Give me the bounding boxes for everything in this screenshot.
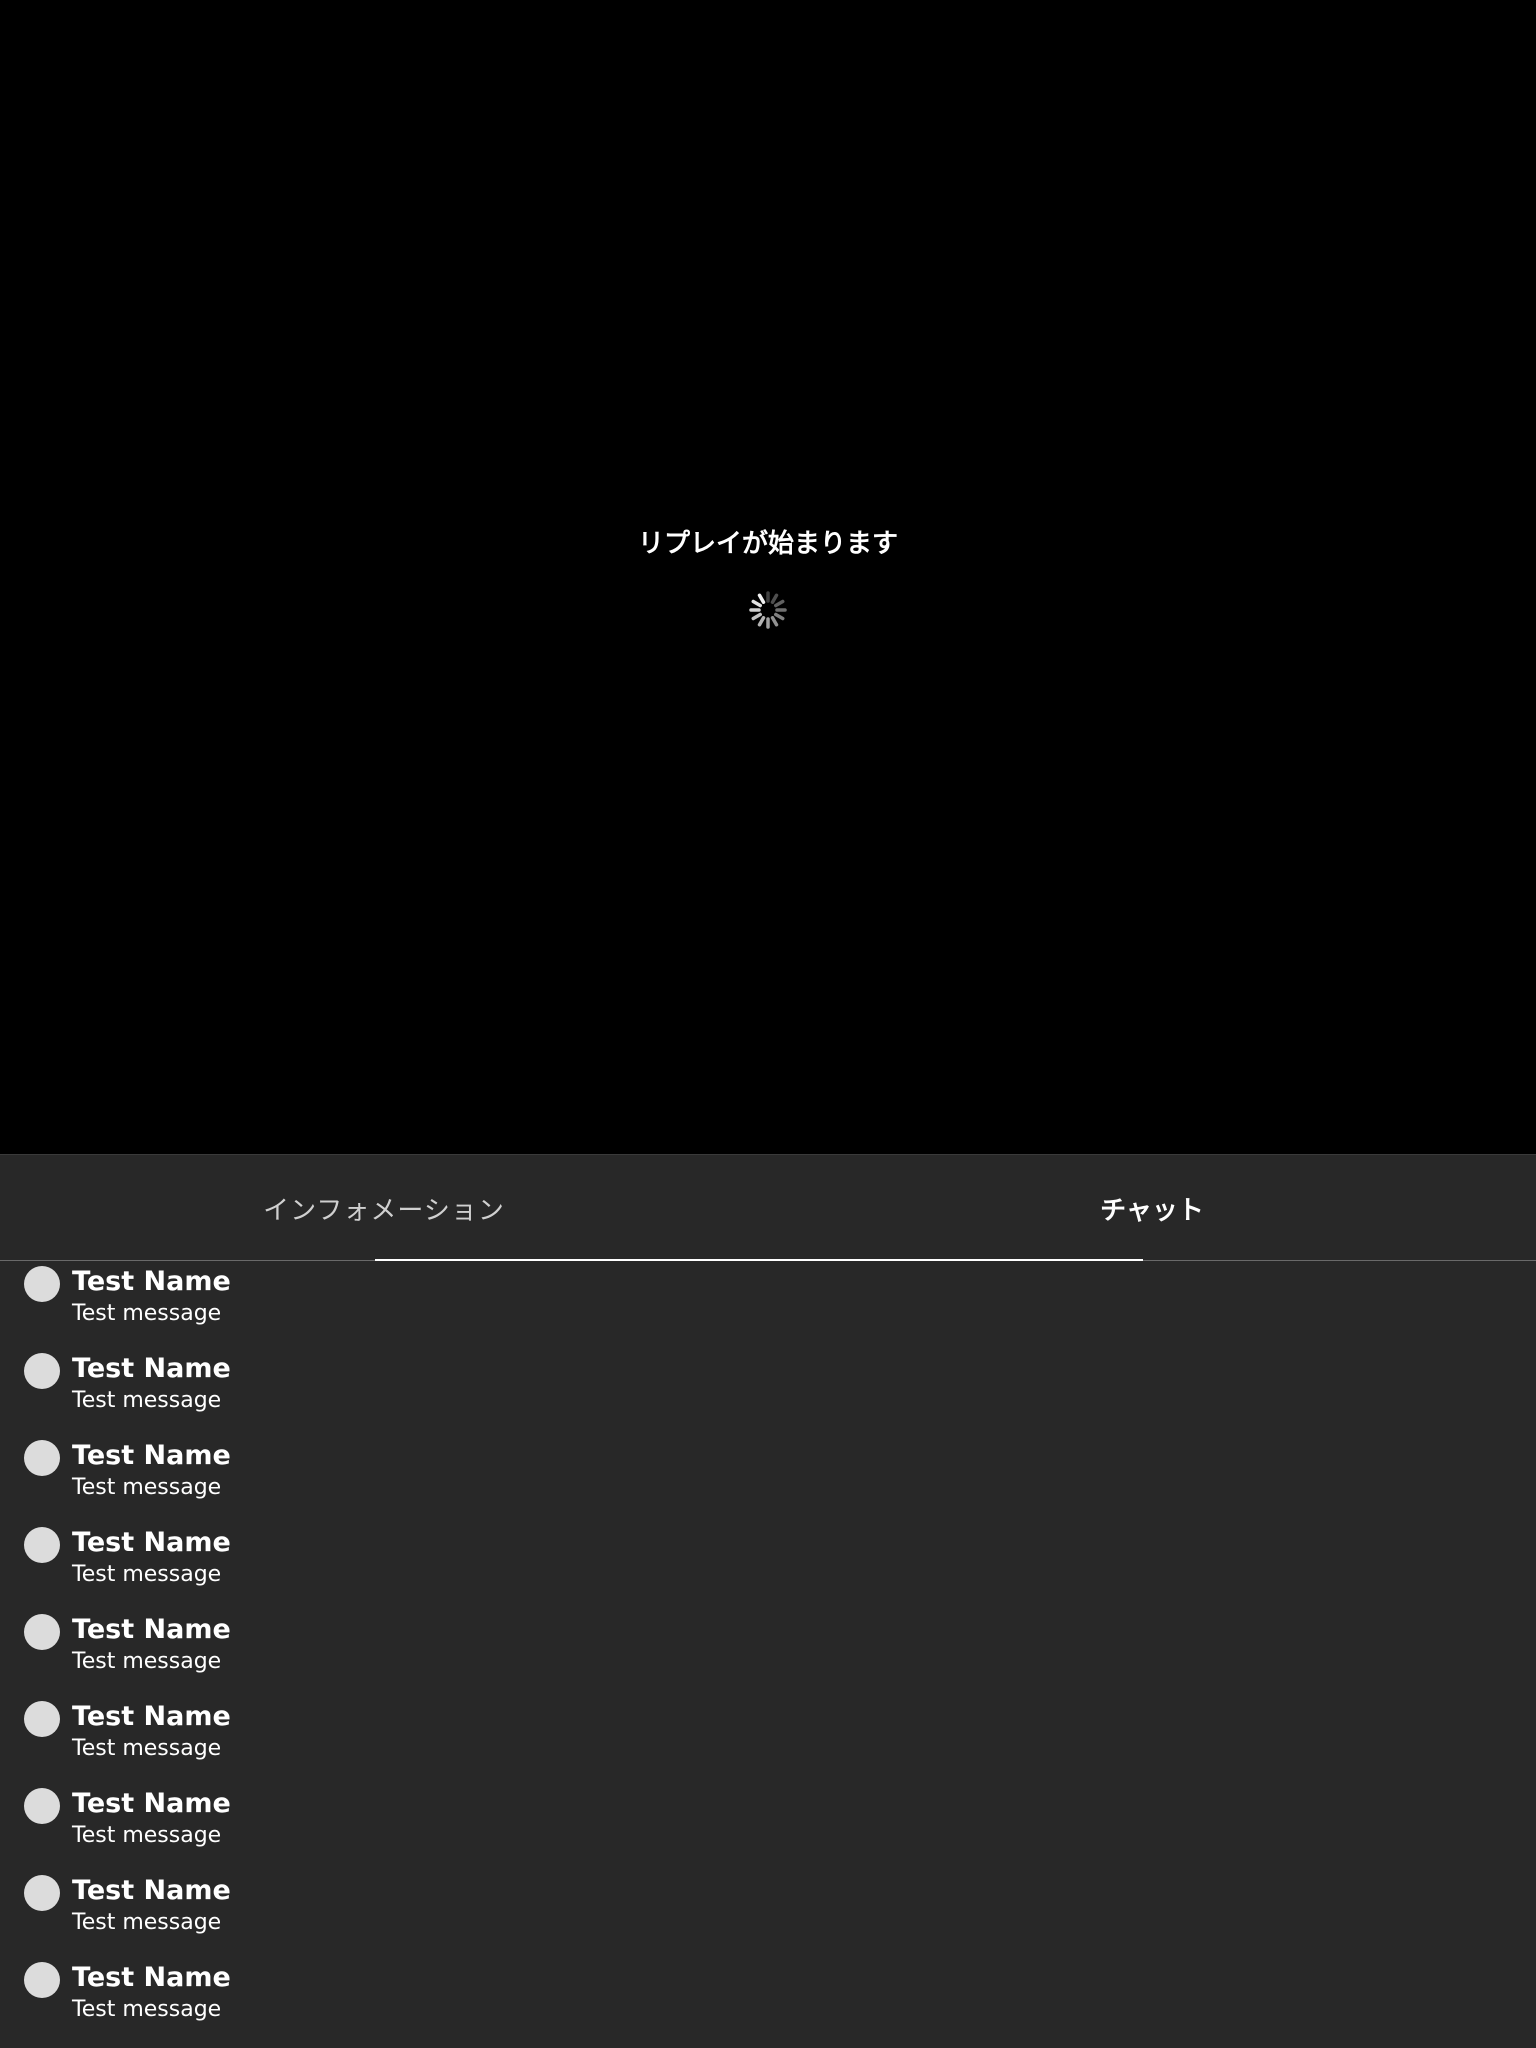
tab-chat-label: チャット xyxy=(1100,1195,1204,1226)
chat-user-name: Test Name xyxy=(72,1440,231,1471)
chat-user-name: Test Name xyxy=(72,1614,231,1645)
avatar xyxy=(24,1614,60,1650)
chat-message-text: Test message xyxy=(72,1823,222,1848)
chat-message-item: Test Name Test message xyxy=(0,1435,1536,1522)
chat-user-name: Test Name xyxy=(72,1962,231,1993)
chat-user-name: Test Name xyxy=(72,1788,231,1819)
avatar xyxy=(24,1962,60,1998)
chat-user-name: Test Name xyxy=(72,1701,231,1732)
tab-chat[interactable]: チャット xyxy=(768,1155,1536,1261)
chat-message-item: Test Name Test message xyxy=(0,1870,1536,1957)
chat-user-name: Test Name xyxy=(72,1353,231,1384)
chat-message-text: Test message xyxy=(72,1997,222,2022)
video-player[interactable]: リプレイが始まります xyxy=(0,0,1536,1154)
chat-message-text: Test message xyxy=(72,1649,222,1674)
chat-message-item: Test Name Test message xyxy=(0,1957,1536,2044)
chat-message-item: Test Name Test message xyxy=(0,1783,1536,1870)
avatar xyxy=(24,1266,60,1302)
avatar xyxy=(24,1875,60,1911)
chat-message-item: Test Name Test message xyxy=(0,1261,1536,1348)
chat-user-name: Test Name xyxy=(72,1266,231,1297)
avatar xyxy=(24,1353,60,1389)
chat-message-text: Test message xyxy=(72,1736,222,1761)
chat-message-item: Test Name Test message xyxy=(0,1609,1536,1696)
replay-status-text: リプレイが始まります xyxy=(637,529,898,559)
avatar xyxy=(24,1788,60,1824)
avatar xyxy=(24,1701,60,1737)
tab-information[interactable]: インフォメーション xyxy=(0,1155,768,1261)
chat-message-item: Test Name Test message xyxy=(0,1696,1536,1783)
chat-message-text: Test message xyxy=(72,1562,222,1587)
chat-message-item: Test Name Test message xyxy=(0,1348,1536,1435)
chat-user-name: Test Name xyxy=(72,1527,231,1558)
chat-message-text: Test message xyxy=(72,1388,222,1413)
tab-bar: インフォメーション チャット xyxy=(0,1154,1536,1261)
chat-message-item: Test Name Test message xyxy=(0,1522,1536,1609)
chat-message-text: Test message xyxy=(72,1301,222,1326)
chat-message-text: Test message xyxy=(72,1910,222,1935)
chat-user-name: Test Name xyxy=(72,1875,231,1906)
loading-spinner-icon xyxy=(749,591,787,629)
avatar xyxy=(24,1440,60,1476)
chat-message-text: Test message xyxy=(72,1475,222,1500)
chat-list[interactable]: Test Name Test message Test Name Test me… xyxy=(0,1261,1536,2048)
tab-information-label: インフォメーション xyxy=(263,1195,505,1226)
avatar xyxy=(24,1527,60,1563)
